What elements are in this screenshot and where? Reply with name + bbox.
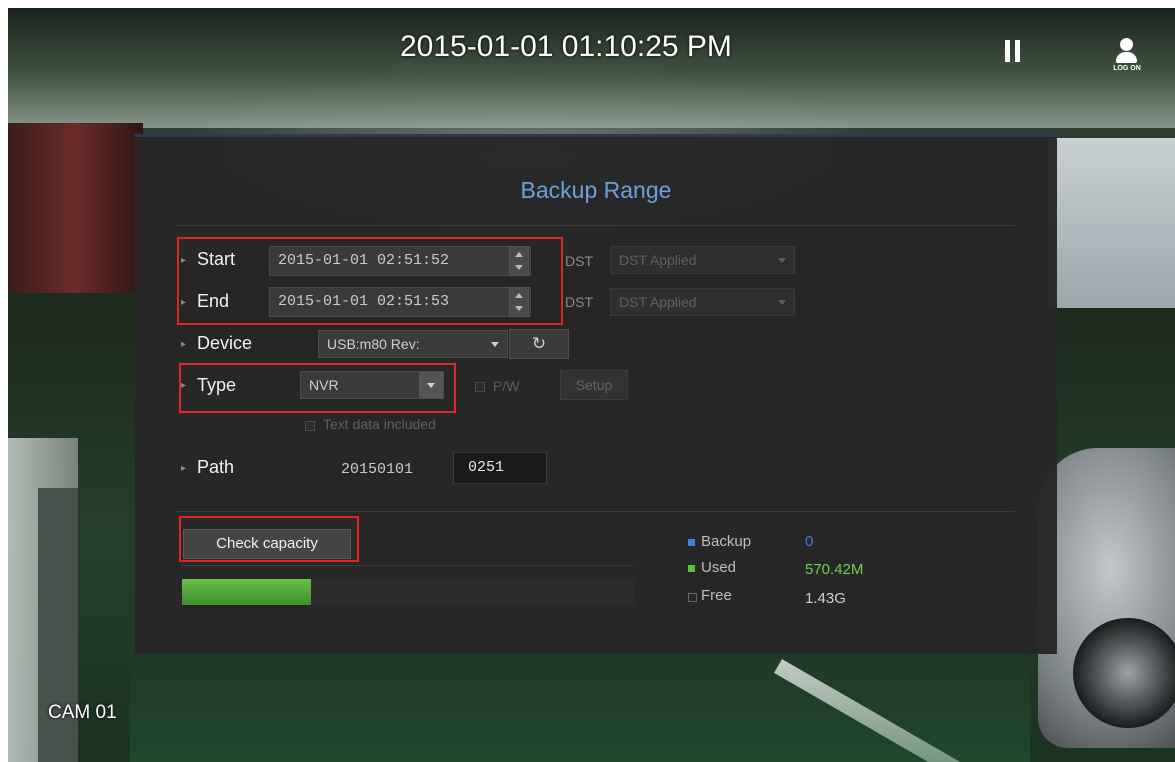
highlight-start-end bbox=[177, 237, 563, 325]
highlight-type bbox=[179, 363, 456, 413]
chevron-down-icon bbox=[491, 342, 499, 347]
feed-ceiling bbox=[8, 8, 1175, 128]
legend-used-label: Used bbox=[701, 559, 737, 576]
legend-free-value: 1.43G bbox=[805, 590, 846, 607]
pw-checkbox[interactable] bbox=[475, 382, 485, 392]
start-dst-value: DST Applied bbox=[619, 252, 697, 268]
chevron-down-icon bbox=[778, 258, 786, 263]
dialog-title: Backup Range bbox=[520, 177, 672, 203]
pw-label: P/W bbox=[493, 378, 520, 394]
path-label: Path bbox=[197, 457, 235, 477]
logon-label: LOG ON bbox=[1113, 65, 1141, 72]
feed-car-wheel bbox=[1073, 618, 1175, 728]
capacity-used-fill bbox=[182, 579, 311, 605]
refresh-device-button[interactable]: ↻ bbox=[509, 329, 569, 359]
refresh-icon: ↻ bbox=[531, 334, 547, 353]
highlight-check-capacity bbox=[179, 516, 359, 562]
end-dst-label: DST bbox=[565, 294, 593, 310]
legend-used-value: 570.42M bbox=[805, 561, 864, 578]
legend-free-label: Free bbox=[701, 587, 732, 604]
camera-label: CAM 01 bbox=[48, 702, 117, 723]
device-bullet-icon: ▸ bbox=[181, 339, 187, 350]
legend-free-swatch bbox=[688, 593, 697, 602]
capacity-divider bbox=[175, 511, 1015, 512]
legend-backup-value: 0 bbox=[805, 533, 814, 550]
capacity-bar bbox=[182, 565, 634, 605]
chevron-down-icon bbox=[778, 300, 786, 305]
path-input[interactable]: 0251 bbox=[453, 452, 547, 484]
logon-icon[interactable]: LOG ON bbox=[1112, 38, 1141, 74]
path-date: 20150101 bbox=[341, 461, 414, 478]
device-label: Device bbox=[197, 333, 253, 353]
legend-backup-label: Backup bbox=[701, 533, 752, 550]
end-dst-select: DST Applied bbox=[610, 288, 795, 316]
pause-icon[interactable] bbox=[1005, 40, 1021, 62]
osd-datetime: 2015-01-01 01:10:25 PM bbox=[400, 30, 732, 63]
feed-wall-right bbox=[1048, 138, 1175, 308]
text-data-checkbox[interactable] bbox=[305, 421, 315, 431]
legend-backup-swatch bbox=[688, 539, 695, 546]
text-data-label: Text data included bbox=[323, 416, 436, 432]
end-dst-value: DST Applied bbox=[619, 294, 697, 310]
start-dst-select: DST Applied bbox=[610, 246, 795, 274]
setup-button[interactable]: Setup bbox=[560, 370, 628, 400]
feed-wall-left bbox=[8, 123, 143, 293]
feed-floor bbox=[130, 650, 1030, 762]
device-value: USB:m80 Rev: bbox=[327, 336, 420, 352]
start-dst-label: DST bbox=[565, 253, 593, 269]
legend-used-swatch bbox=[688, 565, 695, 572]
title-divider bbox=[175, 225, 1015, 226]
device-select[interactable]: USB:m80 Rev: bbox=[318, 330, 508, 358]
path-bullet-icon: ▸ bbox=[181, 463, 187, 474]
